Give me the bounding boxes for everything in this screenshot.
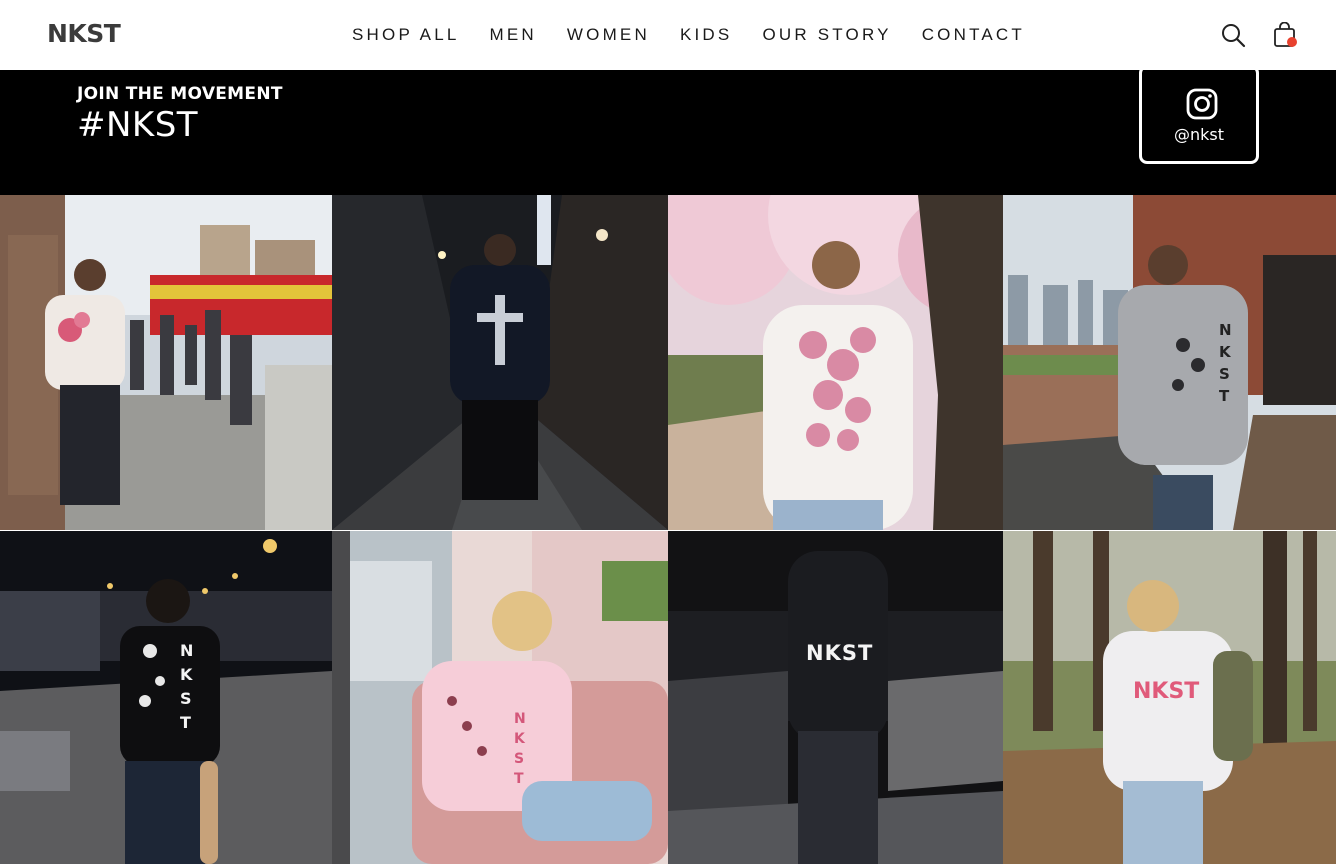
gallery-photo-1[interactable] [0,195,332,530]
brand-logo[interactable]: NKST [47,19,121,48]
hoodie-print-black: NKST [806,641,874,665]
hoodie-print-white: NKST [1133,679,1200,704]
cart-badge [1287,37,1297,47]
photo-pink-sofa [332,531,668,864]
banner-kicker: JOIN THE MOVEMENT [77,84,283,104]
gallery-photo-5[interactable]: NKST [0,531,332,864]
photo-rooftop-terrace [1003,195,1336,530]
main-nav: SHOP ALL MEN WOMEN KIDS OUR STORY CONTAC… [352,0,1025,70]
nav-contact[interactable]: CONTACT [922,25,1025,45]
tee-print-grey: NKST [1219,321,1232,405]
gallery-photo-4[interactable]: NKST [1003,195,1336,530]
photo-train-station [0,195,332,530]
nav-our-story[interactable]: OUR STORY [762,25,891,45]
nav-shop-all[interactable]: SHOP ALL [352,25,460,45]
nav-kids[interactable]: KIDS [680,25,732,45]
sweatshirt-print-pink: NKST [514,711,526,787]
gallery-photo-8[interactable]: NKST [1003,531,1336,864]
gallery-photo-2[interactable] [332,195,668,530]
banner-hashtag: #NKST [77,105,199,145]
nav-men[interactable]: MEN [490,25,537,45]
gallery-photo-7[interactable]: NKST [668,531,1003,864]
photo-cherry-blossom [668,195,1003,530]
search-icon[interactable] [1220,22,1246,48]
gallery-photo-3[interactable] [668,195,1003,530]
photo-black-hoodie [668,531,1003,864]
site-header: NKST SHOP ALL MEN WOMEN KIDS OUR STORY C… [0,0,1336,70]
tee-print-black: NKST [180,641,194,732]
instagram-handle: @nkst [1173,125,1224,144]
photo-night-skatepark [0,531,332,864]
instagram-icon [1186,88,1218,120]
photo-dark-alley [332,195,668,530]
gallery-photo-6[interactable]: NKST [332,531,668,864]
nav-women[interactable]: WOMEN [567,25,650,45]
instagram-button[interactable]: @nkst [1139,65,1259,164]
